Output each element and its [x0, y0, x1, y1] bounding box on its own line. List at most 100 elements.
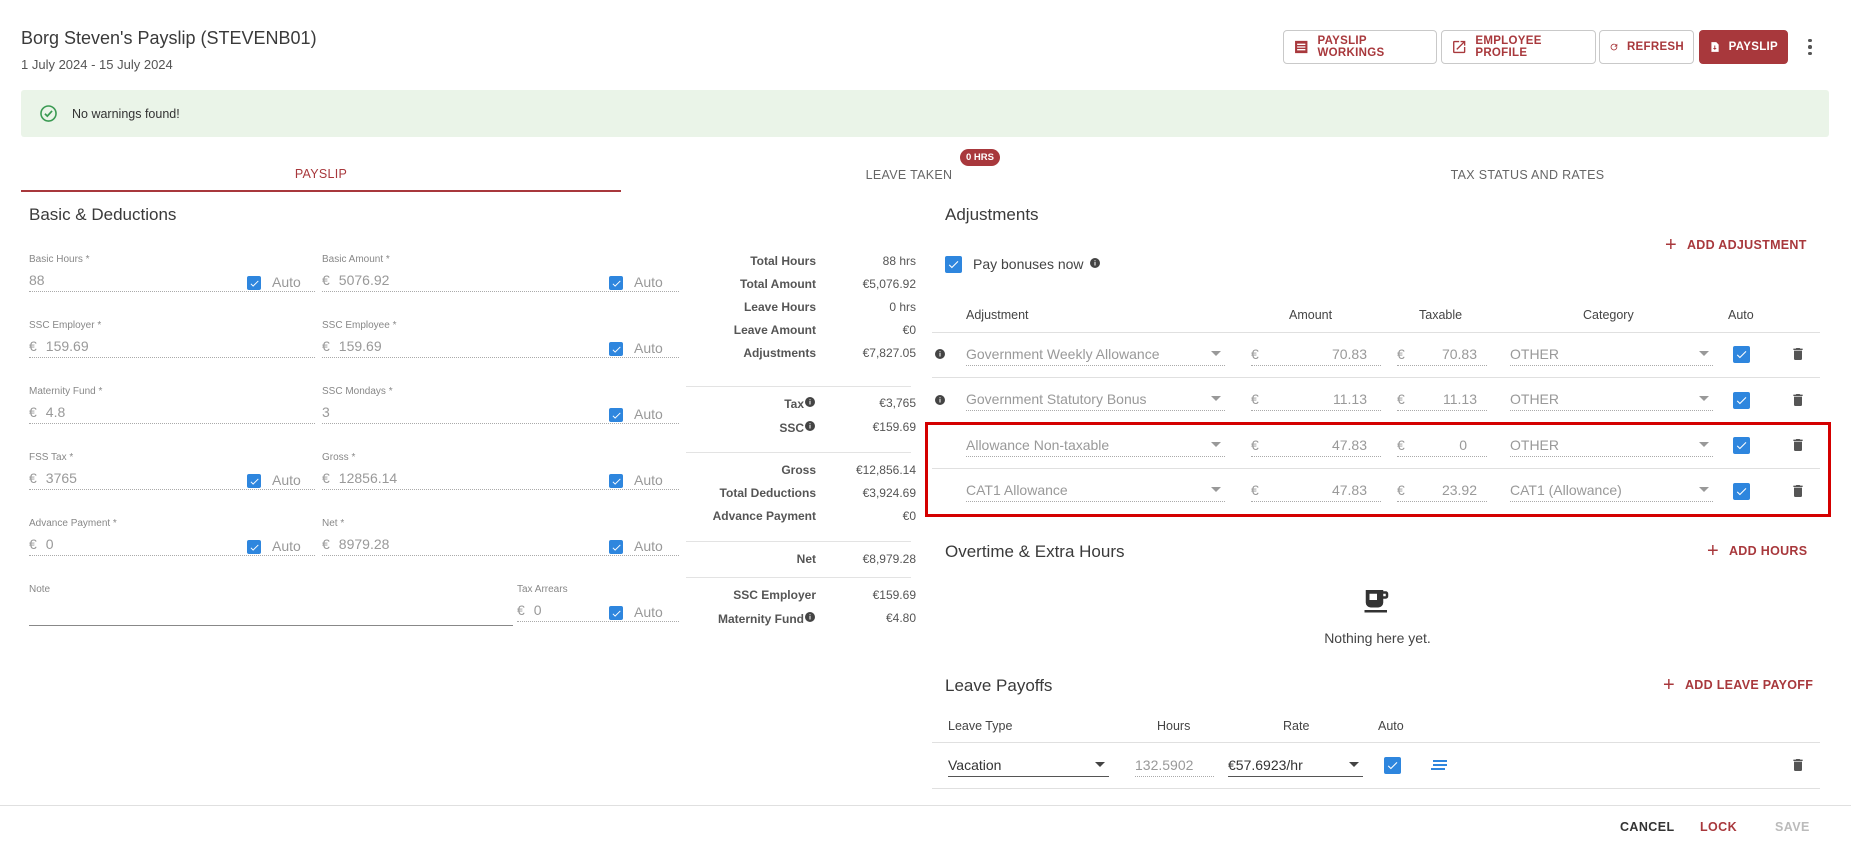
cancel-button[interactable]: CANCEL [1620, 820, 1674, 834]
info-icon[interactable] [804, 397, 816, 411]
delete-icon[interactable] [1790, 756, 1806, 779]
col-auto: Auto [1378, 719, 1404, 733]
save-button[interactable]: SAVE [1775, 820, 1810, 834]
adjustments-title: Adjustments [945, 205, 1039, 224]
advance-payment-auto-checkbox[interactable] [247, 540, 261, 554]
fss-tax-label: FSS Tax * [29, 452, 74, 463]
gross-input[interactable]: €12856.14 [322, 468, 679, 490]
col-category: Category [1583, 308, 1634, 322]
fss-tax-auto-checkbox[interactable] [247, 474, 261, 488]
info-icon[interactable] [804, 421, 816, 435]
leave-hours-input[interactable]: 132.5902 [1135, 753, 1214, 777]
net-input[interactable]: €8979.28 [322, 534, 679, 556]
check-icon [612, 280, 621, 287]
plus-icon: + [1665, 234, 1677, 256]
category-select[interactable]: OTHER [1510, 387, 1713, 411]
empty-state-text: Nothing here yet. [1324, 630, 1431, 646]
net-auto-checkbox[interactable] [609, 540, 623, 554]
ssc-employee-auto-checkbox[interactable] [609, 342, 623, 356]
col-hours: Hours [1157, 719, 1191, 733]
basic-amount-auto-checkbox[interactable] [609, 276, 623, 290]
ssc-employer-input[interactable]: €159.69 [29, 336, 315, 358]
info-icon[interactable] [934, 393, 946, 411]
amount-input[interactable]: €70.83 [1251, 342, 1381, 366]
basic-deductions-title: Basic & Deductions [29, 205, 177, 224]
col-taxable: Taxable [1419, 308, 1463, 322]
ssc-mondays-input[interactable]: 3 [322, 402, 679, 424]
divider [686, 386, 911, 387]
check-icon [612, 478, 621, 485]
auto-label: Auto [634, 604, 663, 620]
highlight-box [925, 422, 1831, 517]
list-icon [1295, 40, 1308, 54]
leave-type-select[interactable]: Vacation [948, 753, 1109, 777]
warnings-alert: No warnings found! [21, 90, 1829, 137]
payslip-button[interactable]: PAYSLIP [1699, 30, 1788, 64]
note-input[interactable] [29, 604, 513, 626]
ssc-employee-input[interactable]: €159.69 [322, 336, 679, 358]
add-adjustment-button[interactable]: + ADD ADJUSTMENT [1665, 235, 1807, 255]
auto-label: Auto [634, 340, 663, 356]
leave-rate-select[interactable]: €57.6923/hr [1228, 753, 1363, 777]
add-hours-button[interactable]: + ADD HOURS [1707, 541, 1807, 561]
employee-profile-button[interactable]: EMPLOYEE PROFILE [1441, 30, 1596, 64]
pay-bonuses-checkbox[interactable] [945, 256, 962, 273]
adjustment-select[interactable]: Government Weekly Allowance [966, 342, 1225, 366]
divider [686, 577, 911, 578]
check-icon [1736, 351, 1747, 359]
taxable-input[interactable]: €11.13 [1397, 387, 1487, 411]
refresh-button[interactable]: REFRESH [1599, 30, 1694, 64]
col-auto: Auto [1728, 308, 1754, 322]
col-leave-type: Leave Type [948, 719, 1013, 733]
check-icon [612, 412, 621, 419]
ssc-mondays-auto-checkbox[interactable] [609, 408, 623, 422]
coffee-icon [1362, 585, 1392, 620]
tab-payslip[interactable]: PAYSLIP [21, 158, 621, 192]
chevron-down-icon [1699, 396, 1709, 401]
footer-divider [0, 805, 1851, 806]
leave-hours-badge: 0 HRS [960, 149, 1000, 166]
basic-hours-auto-checkbox[interactable] [247, 276, 261, 290]
check-icon [948, 261, 959, 269]
tab-leave-taken[interactable]: LEAVE TAKEN [720, 158, 1098, 192]
delete-icon[interactable] [1790, 391, 1806, 414]
category-select[interactable]: OTHER [1510, 342, 1713, 366]
divider [932, 377, 1820, 378]
note-label: Note [29, 584, 51, 595]
overtime-title: Overtime & Extra Hours [945, 542, 1125, 561]
info-icon[interactable] [804, 612, 816, 626]
delete-icon[interactable] [1790, 345, 1806, 368]
adjustment-auto-checkbox[interactable] [1733, 392, 1750, 409]
more-options-icon[interactable] [1803, 36, 1817, 58]
document-download-icon [1711, 42, 1719, 52]
check-icon [612, 544, 621, 551]
lock-button[interactable]: LOCK [1700, 820, 1737, 834]
info-icon[interactable] [1089, 256, 1101, 272]
col-rate: Rate [1283, 719, 1310, 733]
auto-label: Auto [272, 472, 301, 488]
chevron-down-icon [1211, 351, 1221, 356]
chevron-down-icon [1211, 396, 1221, 401]
chevron-down-icon [1699, 351, 1709, 356]
gross-label: Gross * [322, 452, 356, 463]
leave-auto-checkbox[interactable] [1384, 757, 1401, 774]
notes-icon[interactable] [1431, 758, 1449, 777]
check-icon [1387, 762, 1398, 770]
ssc-employer-label: SSC Employer * [29, 320, 102, 331]
taxable-input[interactable]: €70.83 [1397, 342, 1487, 366]
add-leave-payoff-button[interactable]: + ADD LEAVE PAYOFF [1663, 675, 1813, 695]
adjustment-select[interactable]: Government Statutory Bonus [966, 387, 1225, 411]
plus-icon: + [1663, 674, 1675, 696]
payslip-workings-button[interactable]: PAYSLIP WORKINGS [1283, 30, 1437, 64]
refresh-icon [1610, 43, 1618, 51]
info-icon[interactable] [934, 347, 946, 365]
basic-amount-input[interactable]: €5076.92 [322, 270, 679, 292]
tax-arrears-auto-checkbox[interactable] [609, 606, 623, 620]
gross-auto-checkbox[interactable] [609, 474, 623, 488]
amount-input[interactable]: €11.13 [1251, 387, 1381, 411]
tab-tax-status[interactable]: TAX STATUS AND RATES [1230, 158, 1825, 192]
check-icon [1736, 397, 1747, 405]
maternity-fund-input[interactable]: €4.8 [29, 402, 315, 424]
auto-label: Auto [634, 472, 663, 488]
adjustment-auto-checkbox[interactable] [1733, 346, 1750, 363]
